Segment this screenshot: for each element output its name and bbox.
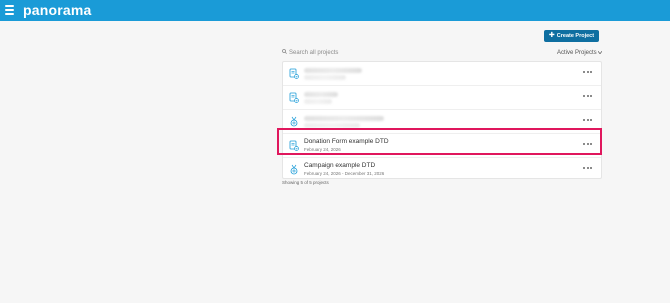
- project-title[interactable]: Campaign example DTD: [304, 162, 375, 169]
- redacted-date: [304, 123, 360, 128]
- search-input[interactable]: Search all projects: [282, 48, 412, 58]
- chevron-down-icon: [598, 50, 603, 56]
- project-row[interactable]: Donation Form example DTD February 24, 2…: [283, 134, 601, 158]
- project-date: February 24, 2026 - December 31, 2026: [304, 171, 385, 176]
- more-options-icon[interactable]: [583, 143, 595, 147]
- project-row[interactable]: [283, 62, 601, 86]
- redacted-date: [304, 75, 346, 80]
- redacted-title: [304, 92, 338, 97]
- top-bar: panorama: [0, 0, 670, 21]
- create-project-button[interactable]: ✚ Create Project: [544, 30, 599, 42]
- campaign-icon: [289, 163, 299, 175]
- app-logo[interactable]: panorama: [23, 2, 92, 18]
- project-row[interactable]: Campaign example DTD February 24, 2026 -…: [283, 158, 601, 181]
- redacted-title: [304, 116, 384, 121]
- search-placeholder: Search all projects: [289, 50, 339, 56]
- search-icon: [282, 48, 287, 58]
- more-options-icon[interactable]: [583, 71, 595, 75]
- results-count: Showing 5 of 5 projects: [282, 180, 329, 185]
- more-options-icon[interactable]: [583, 95, 595, 99]
- project-list: Donation Form example DTD February 24, 2…: [282, 61, 602, 179]
- project-date: February 24, 2026: [304, 147, 341, 152]
- project-title[interactable]: Donation Form example DTD: [304, 138, 389, 145]
- redacted-title: [304, 68, 362, 73]
- hamburger-menu-icon[interactable]: [5, 5, 14, 15]
- project-status-filter[interactable]: Active Projects: [557, 48, 603, 58]
- form-icon: [289, 139, 299, 151]
- plus-icon: ✚: [548, 32, 555, 39]
- redacted-date: [304, 99, 332, 104]
- project-row[interactable]: [283, 110, 601, 134]
- campaign-icon: [289, 115, 299, 127]
- more-options-icon[interactable]: [583, 167, 595, 171]
- form-icon: [289, 91, 299, 103]
- project-row[interactable]: [283, 86, 601, 110]
- more-options-icon[interactable]: [583, 119, 595, 123]
- form-icon: [289, 67, 299, 79]
